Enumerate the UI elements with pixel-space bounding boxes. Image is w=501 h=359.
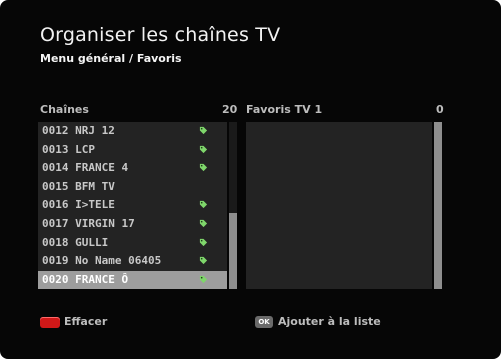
favorites-count: 0 — [436, 103, 444, 116]
channel-row[interactable]: 0018 GULLI — [38, 234, 227, 252]
tag-icon — [199, 275, 208, 283]
tag-icon — [199, 201, 208, 209]
add-to-list-action-label[interactable]: Ajouter à la liste — [278, 315, 381, 328]
channel-label: 0016 I>TELE — [42, 198, 115, 212]
channel-label: 0019 No Name 06405 — [42, 254, 162, 268]
favorites-heading: Favoris TV 1 — [246, 103, 323, 116]
tag-icon — [199, 219, 208, 228]
channel-label: 0013 LCP — [42, 142, 95, 156]
channel-row[interactable]: 0013 LCP — [38, 141, 227, 159]
delete-action-label[interactable]: Effacer — [64, 315, 107, 328]
channel-row[interactable]: 0012 NRJ 12 — [38, 122, 227, 140]
ok-key-icon[interactable]: OK — [255, 316, 273, 328]
channel-row[interactable]: 0019 No Name 06405 — [38, 252, 227, 270]
tag-icon — [199, 238, 208, 246]
channel-label: 0012 NRJ 12 — [42, 124, 115, 137]
tag-icon — [199, 126, 208, 135]
channel-label: 0020 FRANCE Ô — [42, 272, 129, 286]
tag-icon — [199, 164, 208, 172]
breadcrumb: Menu général / Favoris — [40, 52, 182, 65]
channel-row[interactable]: 0017 VIRGIN 17 — [38, 215, 227, 233]
channels-heading: Chaînes — [40, 103, 89, 116]
channel-row[interactable]: 0015 BFM TV — [38, 178, 227, 196]
tv-menu-screen: Organiser les chaînes TV Menu général / … — [0, 0, 501, 359]
tag-icon — [199, 257, 208, 265]
channel-list-scroll-thumb[interactable] — [229, 213, 237, 289]
favorites-list-scrollbar[interactable] — [434, 122, 442, 289]
channel-label: 0014 FRANCE 4 — [42, 161, 129, 175]
favorites-list[interactable] — [246, 122, 432, 289]
channel-label: 0017 VIRGIN 17 — [42, 217, 135, 230]
tag-icon — [199, 145, 208, 153]
channel-row-selected[interactable]: 0020 FRANCE Ô — [38, 270, 227, 289]
page-title: Organiser les chaînes TV — [40, 24, 281, 46]
channel-row[interactable]: 0014 FRANCE 4 — [38, 159, 227, 177]
channel-label: 0015 BFM TV — [42, 179, 115, 193]
red-key-icon[interactable] — [40, 317, 60, 328]
channel-list[interactable]: 0012 NRJ 12 0013 LCP 0014 FRANCE 4 0015 BFM… — [38, 122, 227, 289]
channel-row[interactable]: 0016 I>TELE — [38, 196, 227, 214]
channels-count: 20 — [222, 103, 238, 116]
channel-label: 0018 GULLI — [42, 235, 109, 249]
